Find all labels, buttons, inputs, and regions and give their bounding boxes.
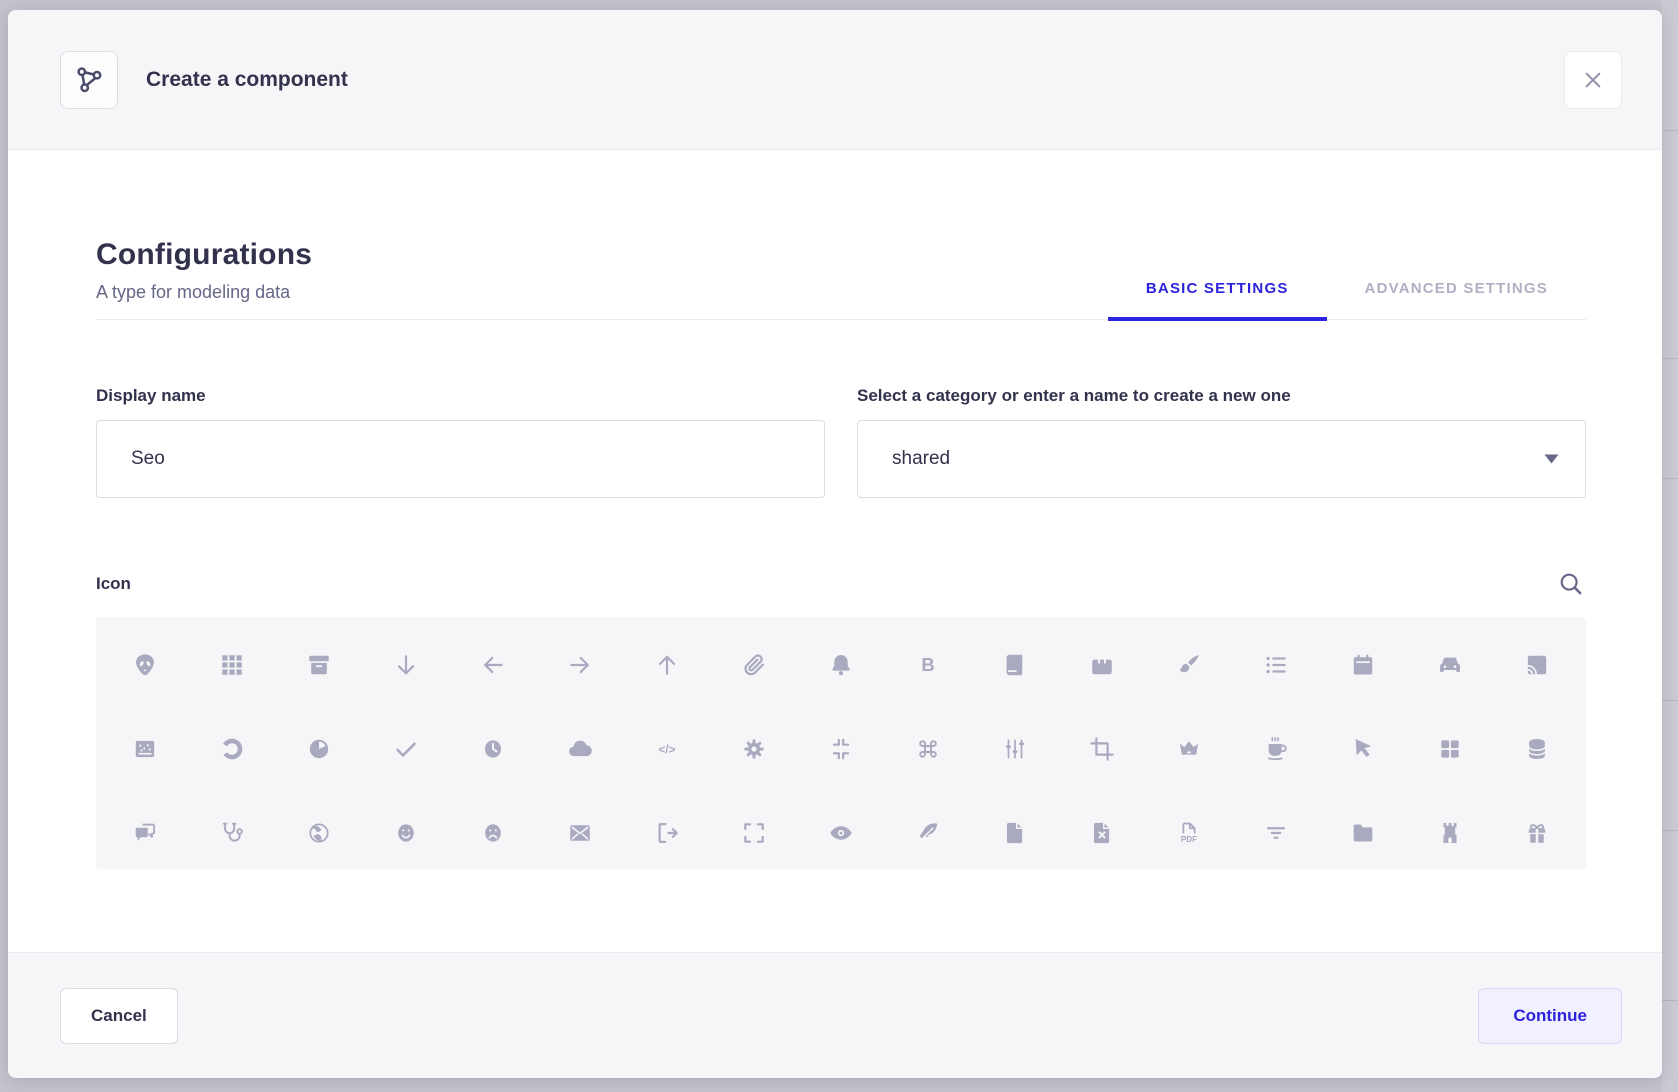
display-name-label: Display name [96, 386, 825, 406]
section-header: Configurations A type for modeling data … [96, 150, 1586, 320]
bell-icon[interactable] [798, 651, 885, 679]
clock-icon[interactable] [450, 735, 537, 763]
check-icon[interactable] [363, 735, 450, 763]
faders-icon[interactable] [971, 735, 1058, 763]
cup-icon[interactable] [1232, 735, 1319, 763]
dashboard-icon[interactable] [1406, 735, 1493, 763]
emotion-happy-icon[interactable] [363, 819, 450, 847]
arrow-left-icon[interactable] [450, 651, 537, 679]
modal-header: Create a component [8, 10, 1662, 150]
page-subtitle: A type for modeling data [96, 282, 312, 303]
brush-icon[interactable] [1145, 651, 1232, 679]
briefcase-icon[interactable] [1058, 651, 1145, 679]
chart-circle-icon[interactable] [189, 735, 276, 763]
icon-label: Icon [96, 574, 131, 594]
cloud-icon[interactable] [537, 735, 624, 763]
search-icon [1557, 570, 1584, 597]
continue-button[interactable]: Continue [1478, 988, 1622, 1044]
car-icon[interactable] [1406, 651, 1493, 679]
create-component-modal: Create a component Configurations A type… [8, 10, 1662, 1078]
bullet-list-icon[interactable] [1232, 651, 1319, 679]
display-name-input[interactable] [96, 420, 825, 498]
tab-advanced-settings[interactable]: ADVANCED SETTINGS [1327, 280, 1586, 319]
arrow-down-icon[interactable] [363, 651, 450, 679]
category-label: Select a category or enter a name to cre… [857, 386, 1586, 406]
feather-icon[interactable] [884, 819, 971, 847]
form-row: Display name Select a category or enter … [96, 386, 1586, 498]
page-scrollbar[interactable] [1662, 0, 1678, 1092]
settings-tabs: BASIC SETTINGS ADVANCED SETTINGS [1108, 280, 1586, 319]
bold-icon[interactable] [884, 651, 971, 679]
chevron-down-icon [1544, 454, 1559, 464]
book-icon[interactable] [971, 651, 1058, 679]
chart-bubble-icon[interactable] [102, 735, 189, 763]
expand-icon[interactable] [711, 819, 798, 847]
cog-icon[interactable] [711, 735, 798, 763]
alien-icon[interactable] [102, 651, 189, 679]
component-icon [60, 51, 118, 109]
discuss-icon[interactable] [102, 819, 189, 847]
filter-icon[interactable] [1232, 819, 1319, 847]
doctor-icon[interactable] [189, 819, 276, 847]
apps-icon[interactable] [189, 651, 276, 679]
crop-icon[interactable] [1058, 735, 1145, 763]
database-icon[interactable] [1493, 735, 1580, 763]
cancel-button[interactable]: Cancel [60, 988, 178, 1044]
close-button[interactable] [1564, 51, 1622, 109]
attachment-icon[interactable] [711, 651, 798, 679]
file-pdf-icon[interactable] [1145, 819, 1232, 847]
gift-icon[interactable] [1493, 819, 1580, 847]
modal-body: Configurations A type for modeling data … [8, 150, 1662, 952]
page-title: Configurations [96, 238, 312, 272]
code-icon[interactable] [624, 735, 711, 763]
icon-picker-header: Icon [96, 568, 1586, 599]
file-icon[interactable] [971, 819, 1058, 847]
envelope-icon[interactable] [537, 819, 624, 847]
archive-icon[interactable] [276, 651, 363, 679]
emotion-unhappy-icon[interactable] [450, 819, 537, 847]
modal-footer: Cancel Continue [8, 952, 1662, 1078]
earth-icon[interactable] [276, 819, 363, 847]
chart-pie-icon[interactable] [276, 735, 363, 763]
close-icon [1582, 69, 1604, 91]
crown-icon[interactable] [1145, 735, 1232, 763]
file-error-icon[interactable] [1058, 819, 1145, 847]
command-icon[interactable] [884, 735, 971, 763]
cast-icon[interactable] [1493, 651, 1580, 679]
icon-search-button[interactable] [1555, 568, 1586, 599]
exit-icon[interactable] [624, 819, 711, 847]
collapse-icon[interactable] [798, 735, 885, 763]
calendar-icon[interactable] [1319, 651, 1406, 679]
category-select[interactable]: shared [857, 420, 1586, 498]
tab-basic-settings[interactable]: BASIC SETTINGS [1108, 280, 1327, 319]
folder-icon[interactable] [1319, 819, 1406, 847]
gate-icon[interactable] [1406, 819, 1493, 847]
cursor-icon[interactable] [1319, 735, 1406, 763]
arrow-up-icon[interactable] [624, 651, 711, 679]
eye-icon[interactable] [798, 819, 885, 847]
arrow-right-icon[interactable] [537, 651, 624, 679]
icon-grid [96, 617, 1586, 869]
category-select-value: shared [892, 448, 950, 470]
modal-title: Create a component [146, 68, 348, 92]
